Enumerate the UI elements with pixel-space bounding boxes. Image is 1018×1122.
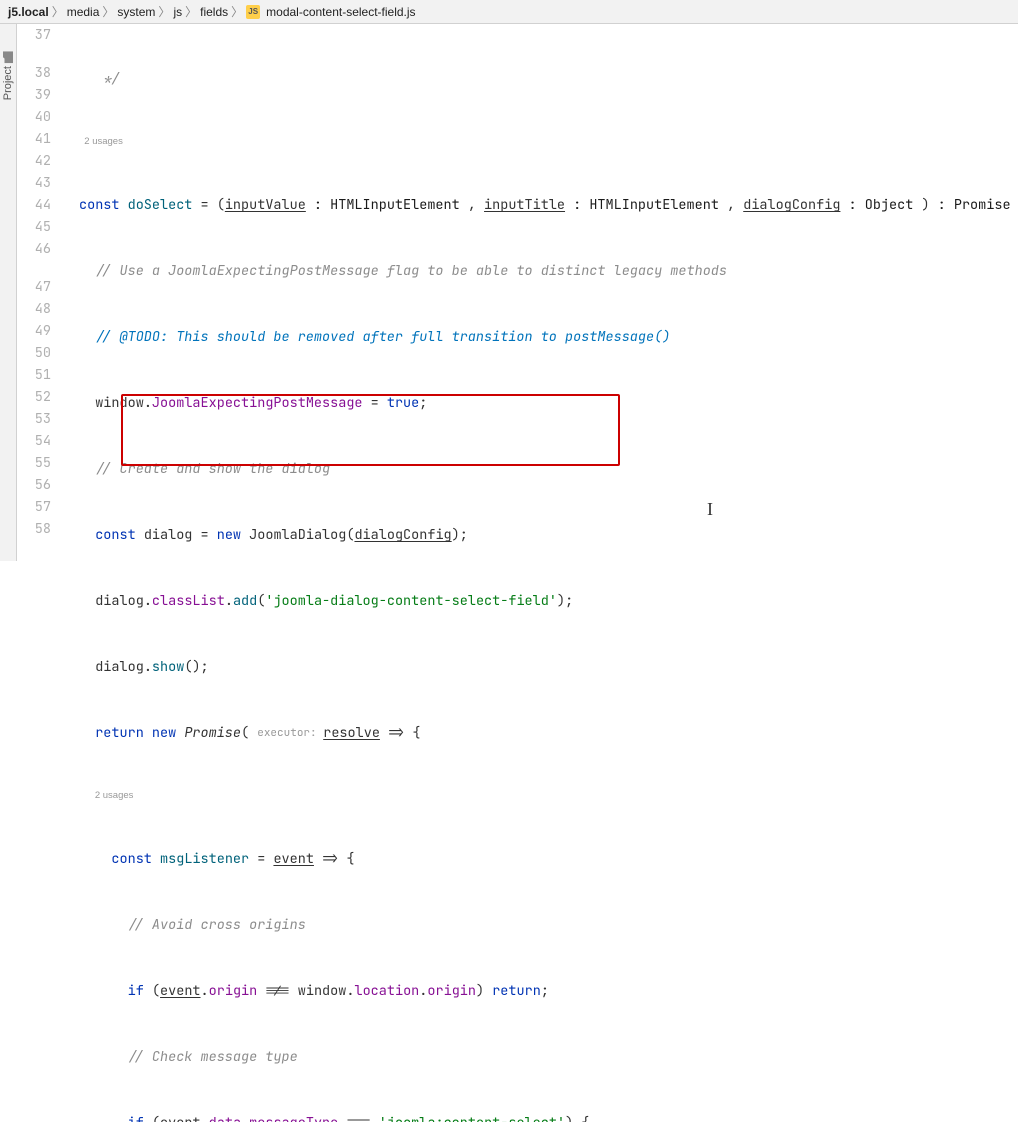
mouse-cursor-icon: I [707,498,713,520]
fold-column[interactable] [65,24,79,561]
chevron-right-icon: 〉 [158,3,170,20]
crumb-js[interactable]: js [173,5,182,19]
chevron-right-icon: 〉 [185,3,197,20]
crumb-file[interactable]: JSmodal-content-select-field.js [246,5,415,19]
sidebar: Project [0,24,17,561]
usages-hint[interactable]: 2 usages [95,785,134,807]
breadcrumb[interactable]: j5.local 〉 media 〉 system 〉 js 〉 fields … [0,0,1018,24]
chevron-right-icon: 〉 [102,3,114,20]
crumb-fields[interactable]: fields [200,5,228,19]
folder-icon [3,51,13,63]
crumb-system[interactable]: system [117,5,155,19]
chevron-right-icon: 〉 [231,3,243,20]
code-editor[interactable]: 37 38 39 40 41 42 43 44 45 46 47 48 49 5… [17,24,1018,561]
chevron-right-icon: 〉 [52,3,64,20]
usages-hint[interactable]: 2 usages [84,131,123,153]
code-area[interactable]: */ 2 usages const doSelect = (inputValue… [79,24,1018,561]
sidebar-tab-project[interactable]: Project [0,44,16,108]
js-file-icon: JS [246,5,260,19]
gutter[interactable]: 37 38 39 40 41 42 43 44 45 46 47 48 49 5… [17,24,65,561]
crumb-media[interactable]: media [67,5,100,19]
code-text: */ [103,68,119,90]
crumb-root[interactable]: j5.local [8,5,49,19]
